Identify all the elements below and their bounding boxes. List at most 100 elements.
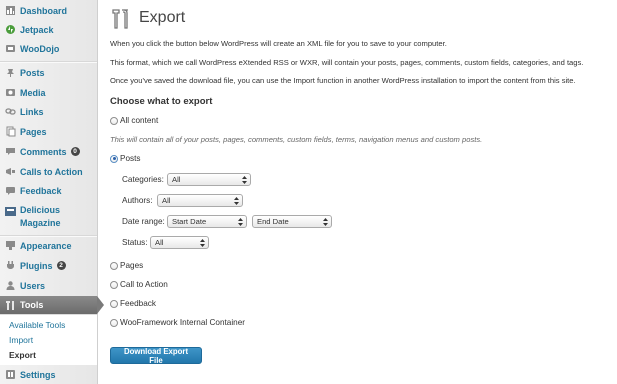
- sidebar-item-tools[interactable]: Tools: [0, 296, 97, 314]
- pin-icon: [5, 67, 16, 78]
- start-date-select[interactable]: Start Date: [167, 215, 247, 228]
- select-arrows-icon: [234, 197, 239, 205]
- section-heading: Choose what to export: [110, 96, 213, 107]
- sidebar-item-label: Settings: [20, 369, 56, 380]
- submenu-export[interactable]: Export: [9, 350, 36, 360]
- radio-feedback[interactable]: Feedback: [110, 298, 156, 309]
- sidebar-item-label: Delicious: [20, 205, 61, 215]
- select-arrows-icon: [323, 218, 328, 226]
- categories-select[interactable]: All: [167, 173, 251, 186]
- sidebar-item-label: Jetpack: [20, 24, 54, 35]
- sidebar-item-label: Posts: [20, 67, 45, 78]
- tools-icon: [5, 300, 16, 311]
- select-value: All: [162, 196, 171, 205]
- all-content-description: This will contain all of your posts, pag…: [110, 135, 483, 144]
- sidebar-item-label: Links: [20, 106, 44, 117]
- admin-sidebar: Dashboard Jetpack WooDojo Posts Media Li…: [0, 0, 104, 384]
- sidebar-item-calls-to-action[interactable]: Calls to Action: [0, 162, 97, 181]
- sidebar-item-label: Dashboard: [20, 5, 68, 16]
- select-value: All: [155, 238, 164, 247]
- authors-select[interactable]: All: [157, 194, 243, 207]
- radio-label: Pages: [120, 261, 144, 270]
- sidebar-item-dashboard[interactable]: Dashboard: [0, 1, 97, 20]
- sidebar-item-links[interactable]: Links: [0, 102, 97, 121]
- select-value: Start Date: [172, 217, 207, 226]
- plugins-icon: [5, 260, 16, 271]
- sidebar-item-delicious-magazine[interactable]: Delicious Magazine: [0, 205, 97, 231]
- radio-all-content[interactable]: All content: [110, 115, 158, 126]
- radio-label: WooFramework Internal Container: [120, 318, 245, 327]
- date-range-label: Date range:: [122, 217, 165, 226]
- settings-icon: [5, 369, 16, 380]
- radio-label: Feedback: [120, 299, 156, 308]
- comments-count-badge: 0: [70, 147, 80, 156]
- sidebar-item-settings[interactable]: Settings: [0, 365, 97, 384]
- intro-paragraph: When you click the button below WordPres…: [110, 39, 447, 48]
- radio-posts[interactable]: Posts: [110, 153, 140, 164]
- sidebar-item-plugins[interactable]: Plugins 2: [0, 256, 97, 275]
- tools-icon: [112, 9, 128, 29]
- tools-submenu: Available Tools Import Export: [0, 314, 97, 365]
- sidebar-item-label: Comments: [20, 146, 67, 157]
- sidebar-item-media[interactable]: Media: [0, 83, 97, 102]
- media-icon: [5, 87, 16, 98]
- select-value: All: [172, 175, 181, 184]
- download-export-file-button[interactable]: Download Export File: [110, 347, 202, 365]
- radio-button[interactable]: [110, 299, 118, 308]
- sidebar-item-label: WooDojo: [20, 43, 60, 54]
- sidebar-item-appearance[interactable]: Appearance: [0, 236, 97, 255]
- sidebar-item-label: Plugins: [20, 260, 53, 271]
- sidebar-item-posts[interactable]: Posts: [0, 63, 97, 82]
- radio-label: Call to Action: [120, 280, 168, 289]
- users-icon: [5, 280, 16, 291]
- appearance-icon: [5, 240, 16, 251]
- sidebar-item-users[interactable]: Users: [0, 276, 97, 295]
- radio-button[interactable]: [110, 261, 118, 270]
- sidebar-item-comments[interactable]: Comments 0: [0, 142, 97, 161]
- submenu-import[interactable]: Import: [9, 335, 33, 345]
- sidebar-item-label: Users: [20, 280, 46, 291]
- woodojo-icon: [5, 43, 16, 54]
- radio-button[interactable]: [110, 280, 118, 289]
- sidebar-item-label: Appearance: [20, 240, 72, 251]
- jetpack-icon: [5, 24, 16, 35]
- radio-button[interactable]: [110, 154, 118, 163]
- sidebar-item-pages[interactable]: Pages: [0, 122, 97, 141]
- select-value: End Date: [257, 217, 289, 226]
- dashboard-icon: [5, 5, 16, 16]
- radio-pages[interactable]: Pages: [110, 260, 143, 271]
- sidebar-item-label: Pages: [20, 126, 47, 137]
- comments-icon: [5, 146, 16, 157]
- status-label: Status:: [122, 238, 148, 247]
- select-arrows-icon: [242, 176, 247, 184]
- radio-button[interactable]: [110, 318, 118, 327]
- pages-icon: [5, 126, 16, 137]
- sidebar-item-label-line2: Magazine: [20, 218, 61, 228]
- submenu-available-tools[interactable]: Available Tools: [9, 320, 65, 330]
- sidebar-item-label: Feedback: [20, 185, 62, 196]
- calls-to-action-icon: [5, 166, 16, 177]
- intro-paragraph: Once you've saved the download file, you…: [110, 76, 576, 85]
- authors-label: Authors:: [122, 196, 153, 205]
- page-title: Export: [139, 9, 186, 26]
- sidebar-item-label: Calls to Action: [20, 166, 83, 177]
- radio-label: Posts: [120, 154, 141, 163]
- intro-paragraph: This format, which we call WordPress eXt…: [110, 58, 584, 67]
- categories-label: Categories:: [122, 175, 164, 184]
- select-arrows-icon: [200, 239, 205, 247]
- current-menu-arrow: [97, 296, 104, 314]
- end-date-select[interactable]: End Date: [252, 215, 332, 228]
- select-arrows-icon: [238, 218, 243, 226]
- status-select[interactable]: All: [150, 236, 209, 249]
- link-icon: [5, 106, 16, 117]
- delicious-magazine-icon: [5, 206, 16, 217]
- sidebar-item-jetpack[interactable]: Jetpack: [0, 20, 97, 39]
- feedback-icon: [5, 185, 16, 196]
- radio-button[interactable]: [110, 116, 118, 125]
- radio-wooframework-container[interactable]: WooFramework Internal Container: [110, 317, 245, 328]
- sidebar-item-woodojo[interactable]: WooDojo: [0, 39, 97, 58]
- sidebar-item-label: Media: [20, 87, 46, 98]
- sidebar-item-label: Tools: [20, 300, 44, 310]
- radio-call-to-action[interactable]: Call to Action: [110, 279, 168, 290]
- sidebar-item-feedback[interactable]: Feedback: [0, 181, 97, 200]
